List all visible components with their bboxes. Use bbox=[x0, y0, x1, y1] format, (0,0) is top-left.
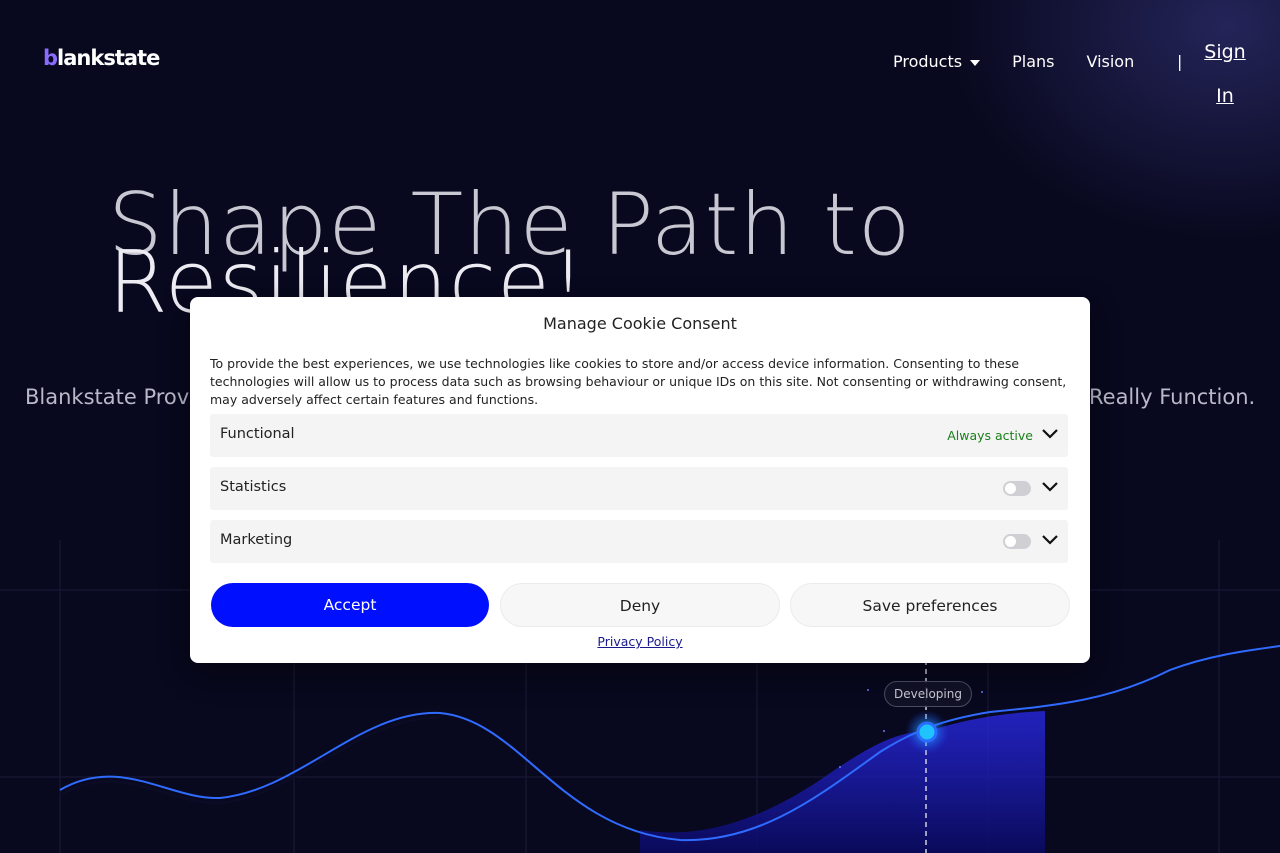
accept-button[interactable]: Accept bbox=[211, 583, 489, 627]
logo-text: lankstate bbox=[57, 46, 160, 70]
chart-area-fill bbox=[640, 711, 1045, 853]
statistics-toggle[interactable] bbox=[1003, 481, 1031, 496]
chart-shadow-curve bbox=[59, 716, 441, 805]
always-active-label: Always active bbox=[947, 428, 1033, 443]
logo-mark: b bbox=[43, 46, 58, 70]
main-nav: Products Plans Vision bbox=[893, 52, 1166, 71]
chevron-down-icon[interactable] bbox=[1042, 481, 1058, 493]
category-marketing[interactable]: Marketing bbox=[210, 520, 1068, 563]
nav-item-vision[interactable]: Vision bbox=[1086, 52, 1134, 71]
category-label: Functional bbox=[220, 426, 295, 442]
privacy-policy-link[interactable]: Privacy Policy bbox=[190, 634, 1090, 649]
hero-subtitle-right: Really Function. bbox=[1089, 385, 1256, 409]
sign-in-link[interactable]: Sign In bbox=[1203, 30, 1247, 118]
nav-item-label: Plans bbox=[1012, 52, 1055, 71]
chevron-down-icon[interactable] bbox=[1042, 428, 1058, 440]
marker-dot bbox=[916, 721, 938, 743]
cookie-consent-modal: Manage Cookie Consent To provide the bes… bbox=[190, 297, 1090, 663]
developing-badge: Developing bbox=[884, 681, 972, 707]
modal-title: Manage Cookie Consent bbox=[543, 314, 737, 333]
nav-item-plans[interactable]: Plans bbox=[1012, 52, 1054, 71]
hero-subtitle-left: Blankstate Prov bbox=[25, 385, 190, 409]
toggle-knob bbox=[1005, 483, 1016, 494]
toggle-knob bbox=[1005, 536, 1016, 547]
hero-title: Shape The Path to Resilience! bbox=[108, 182, 1008, 326]
category-statistics[interactable]: Statistics bbox=[210, 467, 1068, 510]
logo[interactable]: blankstate bbox=[43, 46, 160, 70]
chevron-down-icon[interactable] bbox=[1042, 534, 1058, 546]
nav-separator: | bbox=[1177, 52, 1183, 71]
nav-item-label: Vision bbox=[1086, 52, 1135, 71]
category-functional[interactable]: Functional Always active bbox=[210, 414, 1068, 457]
category-label: Marketing bbox=[220, 532, 293, 548]
marketing-toggle[interactable] bbox=[1003, 534, 1031, 549]
modal-description: To provide the best experiences, we use … bbox=[210, 356, 1067, 407]
chevron-down-icon bbox=[970, 59, 981, 66]
category-label: Statistics bbox=[220, 479, 287, 495]
nav-item-label: Products bbox=[893, 52, 963, 71]
deny-button[interactable]: Deny bbox=[500, 583, 780, 627]
save-preferences-button[interactable]: Save preferences bbox=[790, 583, 1070, 627]
chart-curve bbox=[59, 645, 1280, 842]
nav-item-products[interactable]: Products bbox=[893, 52, 981, 71]
